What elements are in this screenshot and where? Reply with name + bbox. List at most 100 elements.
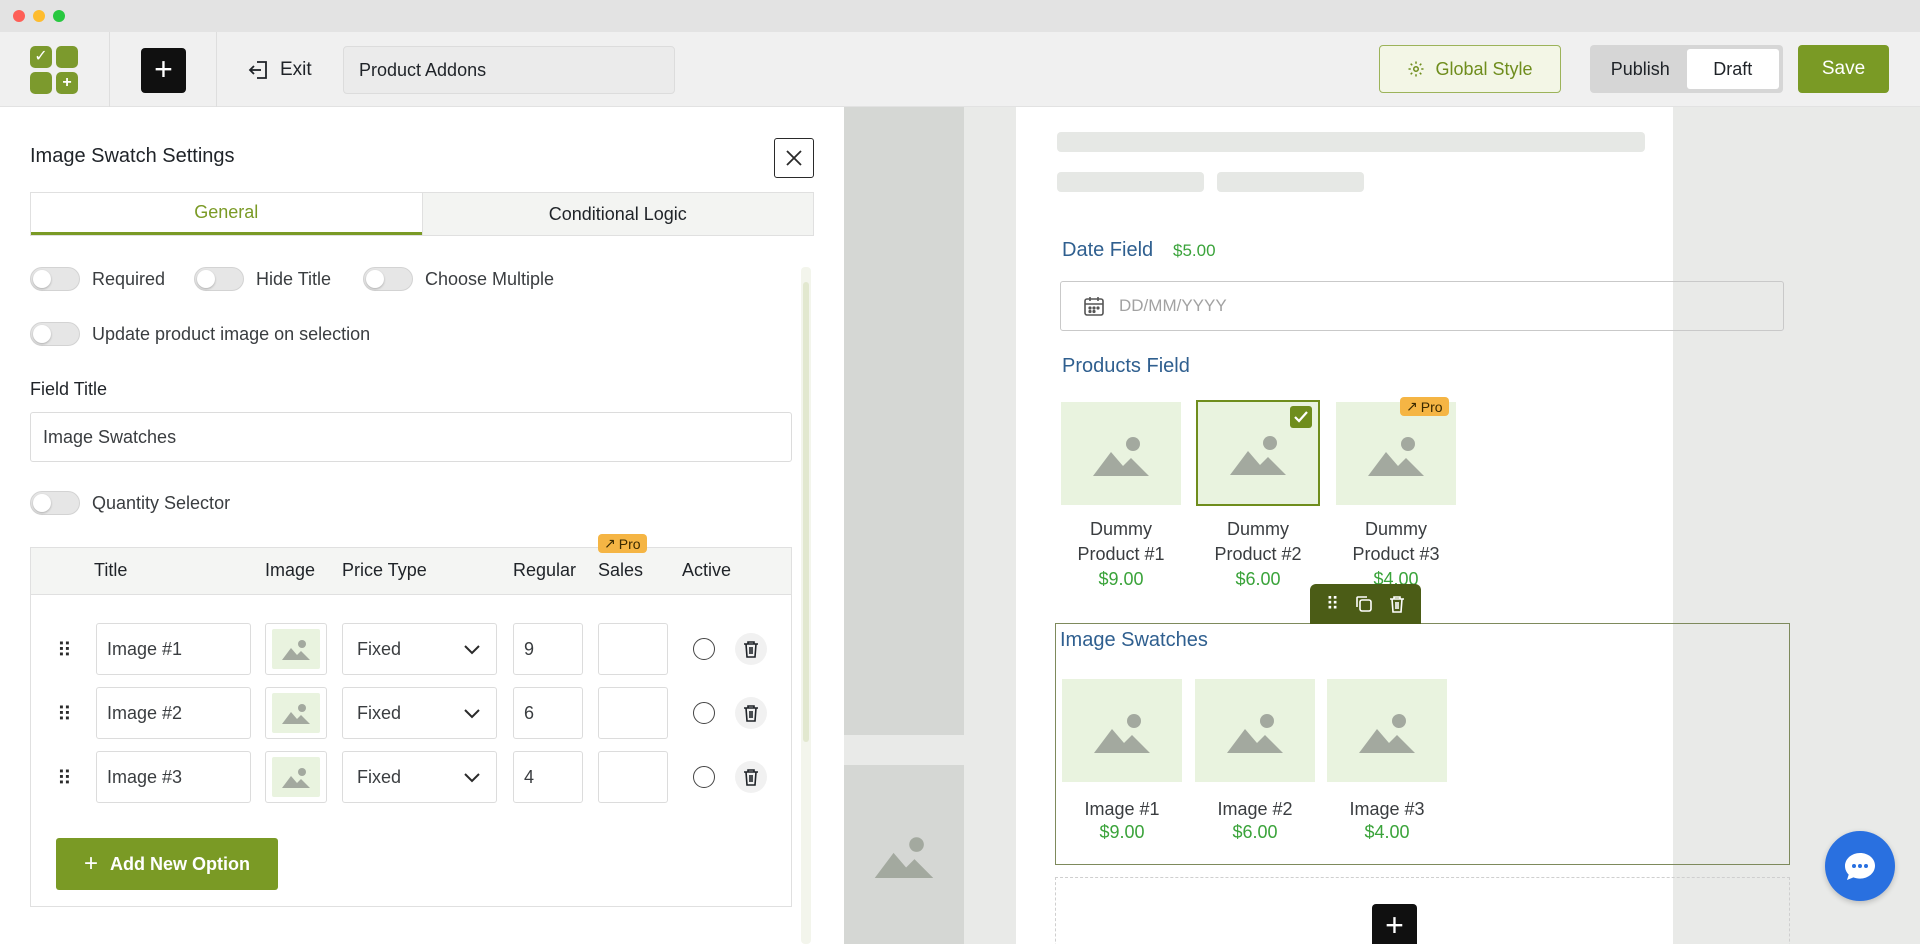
regular-price-input[interactable]: 6: [513, 687, 583, 739]
sales-price-input[interactable]: [598, 687, 668, 739]
drag-handle-icon[interactable]: ⠿: [57, 766, 72, 791]
swatch-name: Image #1: [1084, 799, 1160, 819]
add-field-dropzone[interactable]: [1055, 877, 1790, 944]
update-image-toggle[interactable]: [30, 322, 80, 346]
swatch-card[interactable]: [1195, 679, 1315, 782]
drag-handle-icon[interactable]: ⠿: [1326, 594, 1339, 615]
product-card[interactable]: [1336, 402, 1456, 505]
options-table: Title Image Price Type Regular Sales Act…: [30, 534, 792, 907]
product-name: Dummy Product #3: [1326, 517, 1466, 567]
add-new-option-button[interactable]: + Add New Option: [56, 838, 278, 890]
checkbox-checked-icon[interactable]: [1290, 406, 1312, 428]
form-title-input[interactable]: Product Addons: [343, 46, 675, 94]
tab-conditional-logic[interactable]: Conditional Logic: [421, 193, 813, 235]
trash-icon: [744, 641, 758, 658]
add-field-button[interactable]: +: [1372, 904, 1417, 944]
sales-price-input[interactable]: [598, 751, 668, 803]
product-price: $6.00: [1235, 569, 1281, 589]
global-style-button[interactable]: Global Style: [1379, 45, 1561, 93]
product-card[interactable]: [1061, 402, 1181, 505]
close-panel-button[interactable]: [774, 138, 814, 178]
chevron-down-icon: [464, 773, 480, 783]
regular-price-input[interactable]: 4: [513, 751, 583, 803]
trash-icon: [744, 769, 758, 786]
exit-button[interactable]: Exit: [248, 56, 312, 84]
column-active: Active: [682, 560, 732, 580]
save-button[interactable]: Save: [1798, 45, 1889, 93]
swatch-price: $6.00: [1232, 822, 1278, 842]
image-swatches-block[interactable]: Image Swatches Image #1 $9.00 Image #2 $…: [1055, 623, 1790, 865]
plus-icon: +: [84, 850, 99, 877]
settings-panel: Image Swatch Settings General Conditiona…: [0, 107, 844, 944]
settings-tabs: General Conditional Logic: [30, 192, 814, 236]
option-title-input[interactable]: Image #1: [96, 623, 251, 675]
option-image-picker[interactable]: [265, 623, 327, 675]
image-placeholder-icon: [1359, 713, 1415, 753]
field-title-input[interactable]: Image Swatches: [30, 412, 792, 462]
active-radio[interactable]: [693, 702, 715, 724]
hide-title-setting: Hide Title: [194, 267, 331, 291]
drag-handle-icon[interactable]: ⠿: [57, 702, 72, 727]
panel-scrollbar-thumb[interactable]: [803, 282, 809, 742]
price-type-select[interactable]: Fixed: [342, 623, 497, 675]
close-window-button[interactable]: [13, 10, 25, 22]
product-name: Dummy Product #2: [1188, 517, 1328, 567]
swatch-name: Image #3: [1349, 799, 1425, 819]
drag-handle-icon[interactable]: ⠿: [57, 638, 72, 663]
publish-option[interactable]: Publish: [1594, 49, 1687, 89]
delete-option-button[interactable]: [735, 697, 767, 729]
active-radio[interactable]: [693, 766, 715, 788]
image-placeholder-icon: [282, 768, 310, 788]
publish-status-toggle: Publish Draft: [1590, 45, 1783, 93]
swatch-price: $4.00: [1364, 822, 1410, 842]
maximize-window-button[interactable]: [53, 10, 65, 22]
app-logo[interactable]: ✓ +: [30, 46, 78, 94]
trash-icon[interactable]: [1389, 595, 1405, 613]
swatch-card[interactable]: [1062, 679, 1182, 782]
price-type-value: Fixed: [357, 767, 402, 787]
image-placeholder-icon: [874, 836, 934, 878]
quantity-selector-toggle[interactable]: [30, 491, 80, 515]
date-field-title: Date Field: [1062, 239, 1154, 261]
field-title-label: Field Title: [30, 379, 108, 399]
background-block: [844, 107, 964, 735]
date-input[interactable]: DD/MM/YYYY: [1060, 281, 1784, 331]
price-type-select[interactable]: Fixed: [342, 687, 497, 739]
duplicate-icon[interactable]: [1355, 595, 1373, 613]
add-field-button[interactable]: +: [141, 48, 186, 93]
skeleton-line: [1057, 172, 1204, 192]
regular-price-input[interactable]: 9: [513, 623, 583, 675]
trend-up-icon: ↗: [604, 535, 616, 551]
active-radio[interactable]: [693, 638, 715, 660]
swatch-card[interactable]: [1327, 679, 1447, 782]
tab-general[interactable]: General: [31, 193, 422, 235]
hide-title-toggle[interactable]: [194, 267, 244, 291]
column-sales: Sales: [598, 560, 644, 580]
date-placeholder: DD/MM/YYYY: [1119, 296, 1227, 315]
pro-badge-label: Pro: [618, 535, 641, 552]
delete-option-button[interactable]: [735, 761, 767, 793]
chat-support-button[interactable]: [1825, 831, 1895, 901]
minimize-window-button[interactable]: [33, 10, 45, 22]
option-image-picker[interactable]: [265, 751, 327, 803]
price-type-select[interactable]: Fixed: [342, 751, 497, 803]
column-image: Image: [265, 560, 316, 580]
sales-price-input[interactable]: [598, 623, 668, 675]
column-price-type: Price Type: [342, 560, 427, 580]
delete-option-button[interactable]: [735, 633, 767, 665]
choose-multiple-toggle[interactable]: [363, 267, 413, 291]
image-placeholder-icon: [1368, 436, 1424, 476]
draft-option[interactable]: Draft: [1686, 49, 1779, 89]
option-image-picker[interactable]: [265, 687, 327, 739]
required-toggle[interactable]: [30, 267, 80, 291]
required-label: Required: [92, 268, 166, 289]
global-style-label: Global Style: [1435, 58, 1533, 79]
trash-icon: [744, 705, 758, 722]
product-card-selected[interactable]: [1196, 400, 1320, 506]
option-title-input[interactable]: Image #3: [96, 751, 251, 803]
image-placeholder-icon: [1227, 713, 1283, 753]
product-name: Dummy Product #1: [1051, 517, 1191, 567]
form-page: Date Field $5.00 DD/MM/YYYY Products Fie…: [1016, 107, 1790, 944]
option-title-input[interactable]: Image #2: [96, 687, 251, 739]
product-price: $9.00: [1098, 569, 1144, 589]
